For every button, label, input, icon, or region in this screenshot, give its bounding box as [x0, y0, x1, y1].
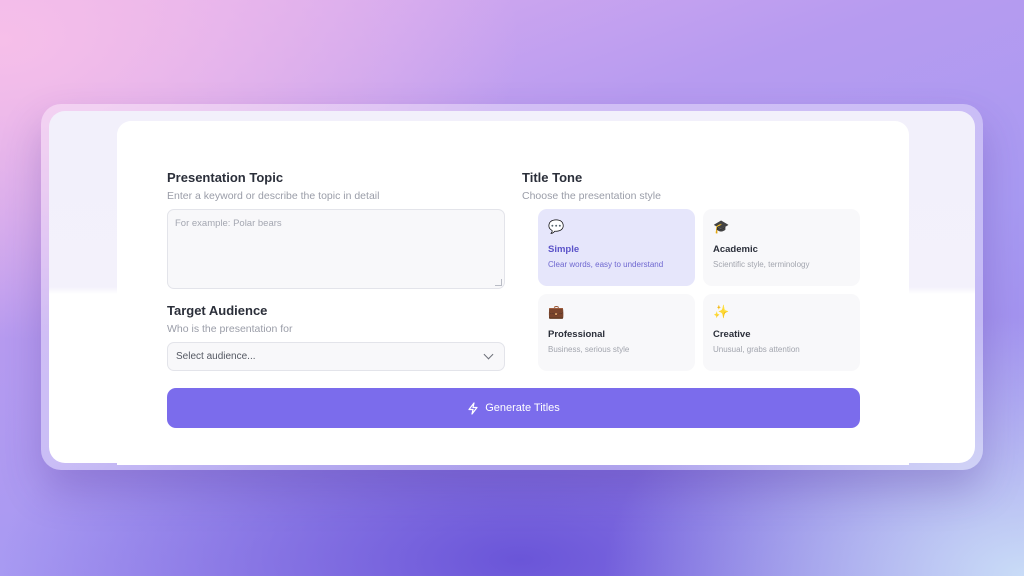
tone-option-desc: Scientific style, terminology: [713, 260, 810, 269]
graduation-cap-icon: 🎓: [713, 219, 730, 234]
tone-option-name: Simple: [548, 244, 580, 255]
tone-heading: Title Tone: [522, 170, 583, 185]
tone-option-academic[interactable]: 🎓 Academic Scientific style, terminology: [703, 209, 860, 286]
audience-heading: Target Audience: [167, 303, 268, 318]
briefcase-icon: 💼: [548, 304, 565, 319]
audience-select-value: Select audience...: [176, 351, 256, 362]
chevron-down-icon: [483, 349, 494, 360]
topic-placeholder: For example: Polar bears: [175, 218, 282, 229]
generate-titles-button[interactable]: Generate Titles: [167, 388, 860, 428]
topic-textarea[interactable]: For example: Polar bears: [167, 209, 505, 289]
tone-option-name: Academic: [713, 244, 758, 255]
audience-select[interactable]: Select audience...: [167, 342, 505, 371]
tone-option-professional[interactable]: 💼 Professional Business, serious style: [538, 294, 695, 371]
tone-option-desc: Business, serious style: [548, 345, 630, 354]
lightning-icon: [468, 401, 478, 415]
tone-option-name: Creative: [713, 329, 751, 340]
generate-titles-label: Generate Titles: [485, 402, 560, 414]
tone-option-desc: Clear words, easy to understand: [548, 260, 664, 269]
tone-option-simple[interactable]: 💬 Simple Clear words, easy to understand: [538, 209, 695, 286]
topic-subtitle: Enter a keyword or describe the topic in…: [167, 190, 380, 202]
audience-subtitle: Who is the presentation for: [167, 323, 293, 335]
topic-heading: Presentation Topic: [167, 170, 284, 185]
tone-subtitle: Choose the presentation style: [522, 190, 661, 202]
sparkle-icon: ✨: [713, 304, 730, 319]
speech-bubble-icon: 💬: [548, 219, 565, 234]
tone-option-desc: Unusual, grabs attention: [713, 345, 800, 354]
tone-option-creative[interactable]: ✨ Creative Unusual, grabs attention: [703, 294, 860, 371]
tone-option-name: Professional: [548, 329, 606, 340]
resize-handle-icon[interactable]: [495, 279, 502, 286]
